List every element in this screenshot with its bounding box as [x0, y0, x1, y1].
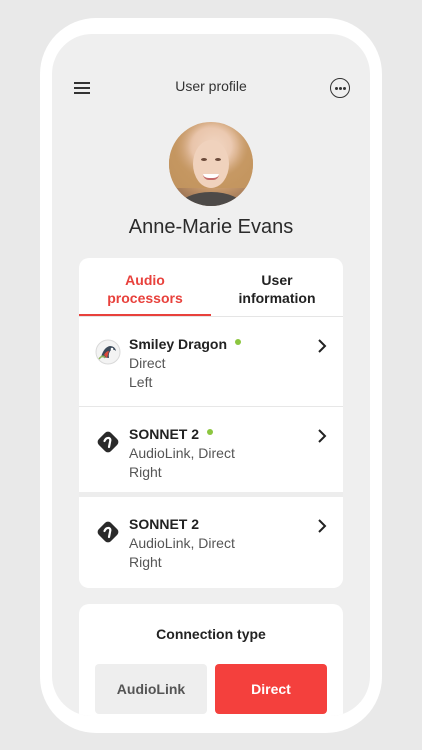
tab-user-information[interactable]: User information — [211, 258, 343, 316]
tab-label-line1: Audio — [125, 272, 165, 288]
device-item-sonnet-2[interactable]: SONNET 2 AudioLink, Direct Right — [79, 407, 343, 497]
connection-type-card: Connection type AudioLink Direct — [79, 604, 343, 716]
connected-status-dot — [235, 339, 242, 346]
device-name: SONNET 2 — [129, 426, 214, 442]
tab-label-line2: information — [238, 290, 316, 306]
audiolink-option-button[interactable]: AudioLink — [95, 664, 207, 714]
device-name: Smiley Dragon — [129, 336, 242, 352]
tab-audio-processors[interactable]: Audio processors — [79, 258, 211, 316]
chevron-right-icon — [318, 339, 327, 353]
device-connection: AudioLink, Direct — [129, 535, 235, 551]
smiley-dragon-icon — [95, 339, 121, 365]
avatar — [169, 122, 253, 206]
tab-label-line2: processors — [107, 290, 183, 306]
device-side: Left — [129, 374, 153, 390]
device-side: Right — [129, 464, 162, 480]
device-item-smiley-dragon[interactable]: Smiley Dragon Direct Left — [79, 317, 343, 407]
direct-option-button[interactable]: Direct — [215, 664, 327, 714]
device-connection: AudioLink, Direct — [129, 445, 235, 461]
device-name: SONNET 2 — [129, 516, 200, 532]
device-item-sonnet-2[interactable]: SONNET 2 AudioLink, Direct Right — [79, 497, 343, 587]
sonnet-device-icon — [97, 431, 119, 453]
connected-status-dot — [207, 429, 214, 436]
more-options-icon[interactable] — [330, 78, 350, 98]
chevron-right-icon — [318, 519, 327, 533]
connection-type-title: Connection type — [156, 626, 266, 642]
sonnet-device-icon — [97, 521, 119, 543]
device-side: Right — [129, 554, 162, 570]
chevron-right-icon — [318, 429, 327, 443]
user-name: Anne-Marie Evans — [128, 216, 294, 238]
page-title: User profile — [175, 78, 247, 94]
device-connection: Direct — [129, 355, 166, 371]
profile-tabs: Audio processors User information — [79, 258, 343, 317]
processors-card: Audio processors User information Smiley… — [79, 258, 343, 588]
tab-label-line1: User — [261, 272, 293, 288]
app-screen: User profile Anne-Marie Evans Audio proc… — [52, 34, 370, 716]
